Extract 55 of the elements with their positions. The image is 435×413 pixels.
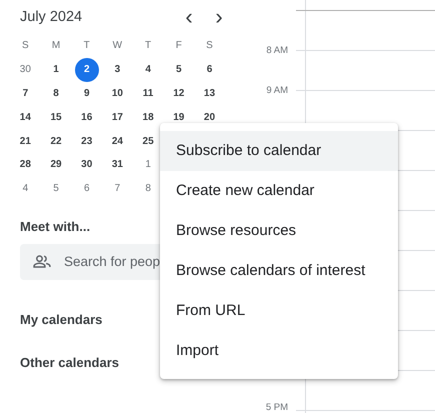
date-cell[interactable]: 30 <box>14 58 36 81</box>
date-cell[interactable]: 22 <box>45 130 68 152</box>
date-cell[interactable]: 5 <box>45 178 68 200</box>
date-cell[interactable]: 28 <box>14 154 36 176</box>
date-cell[interactable]: 6 <box>76 178 98 200</box>
weekday-label: T <box>82 39 91 54</box>
date-cell[interactable]: 10 <box>106 82 128 104</box>
month-title: July 2024 <box>20 9 82 25</box>
weekday-label: M <box>50 39 62 54</box>
previous-month-button[interactable]: ‹ <box>178 7 200 27</box>
date-cell[interactable]: 7 <box>14 82 36 104</box>
date-cell[interactable]: 4 <box>14 178 36 200</box>
time-label: 5 PM <box>266 402 288 413</box>
menu-item[interactable]: Browse resources <box>160 211 398 251</box>
weekday-label: T <box>144 39 152 54</box>
date-cell[interactable]: 30 <box>76 154 98 176</box>
date-cell[interactable]: 11 <box>137 82 160 104</box>
section-heading: Meet with... <box>20 218 90 234</box>
date-cell[interactable]: 24 <box>106 130 128 152</box>
date-cell[interactable]: 18 <box>137 106 160 128</box>
section-heading[interactable]: Other calendars <box>20 354 119 370</box>
date-cell[interactable]: 12 <box>168 82 190 104</box>
weekday-label: S <box>21 39 30 54</box>
date-cell[interactable]: 1 <box>137 154 160 176</box>
date-cell[interactable]: 17 <box>106 106 128 128</box>
weekday-label: W <box>112 39 124 54</box>
time-label: 8 AM <box>266 45 288 56</box>
weekday-label: S <box>205 39 214 54</box>
date-cell[interactable]: 8 <box>137 178 160 200</box>
date-cell[interactable]: 1 <box>45 58 68 81</box>
weekday-label: F <box>174 39 183 54</box>
date-cell[interactable]: 3 <box>106 58 128 81</box>
menu-item[interactable]: Subscribe to calendar <box>160 131 398 171</box>
menu-item[interactable]: From URL <box>160 291 398 331</box>
date-cell[interactable]: 6 <box>198 58 220 81</box>
next-month-button[interactable]: › <box>208 7 230 27</box>
date-cell[interactable]: 15 <box>45 106 68 128</box>
date-cell[interactable]: 9 <box>76 82 98 104</box>
date-cell[interactable]: 7 <box>106 178 128 200</box>
date-cell[interactable]: 4 <box>137 58 160 81</box>
date-cell[interactable]: 5 <box>168 58 190 81</box>
date-cell[interactable]: 29 <box>45 154 68 176</box>
date-cell[interactable]: 31 <box>106 154 128 176</box>
date-cell[interactable]: 21 <box>14 130 36 152</box>
time-label: 9 AM <box>266 85 288 96</box>
date-cell[interactable]: 2 <box>74 58 99 82</box>
section-heading[interactable]: My calendars <box>20 312 102 327</box>
date-cell[interactable]: 14 <box>14 106 36 128</box>
date-cell[interactable]: 23 <box>76 130 98 152</box>
date-cell[interactable]: 25 <box>137 130 160 152</box>
date-cell[interactable]: 8 <box>45 82 68 104</box>
menu-item[interactable]: Import <box>160 331 398 371</box>
date-cell[interactable]: 13 <box>198 82 220 104</box>
date-cell[interactable]: 16 <box>76 106 98 128</box>
menu-item[interactable]: Create new calendar <box>160 171 398 211</box>
